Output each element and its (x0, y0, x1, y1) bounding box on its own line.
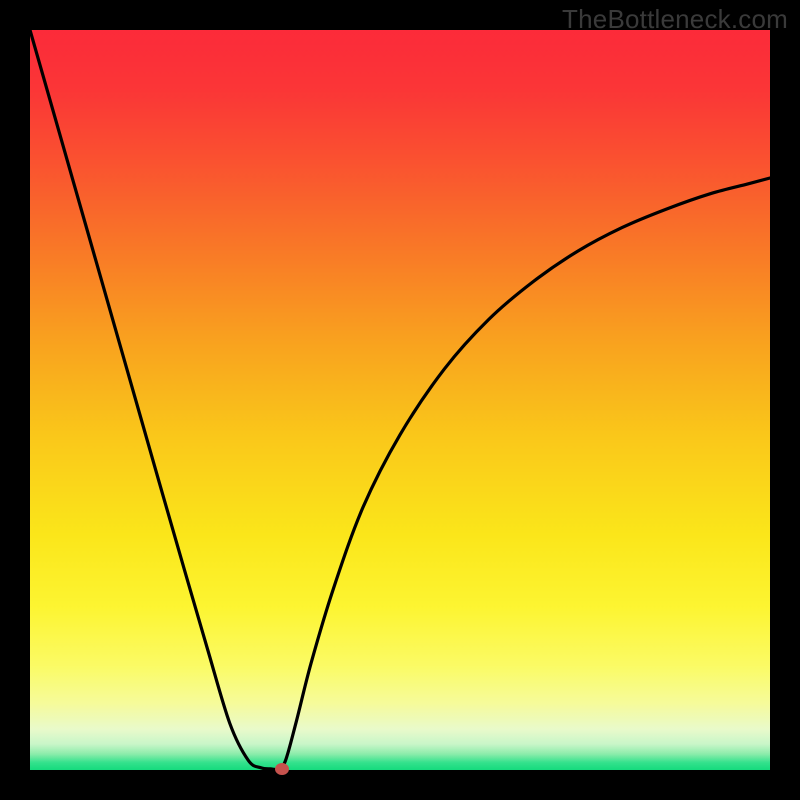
gradient-background (30, 30, 770, 770)
chart-frame (30, 30, 770, 770)
watermark-text: TheBottleneck.com (562, 4, 788, 35)
optimal-point-dot (275, 763, 289, 775)
